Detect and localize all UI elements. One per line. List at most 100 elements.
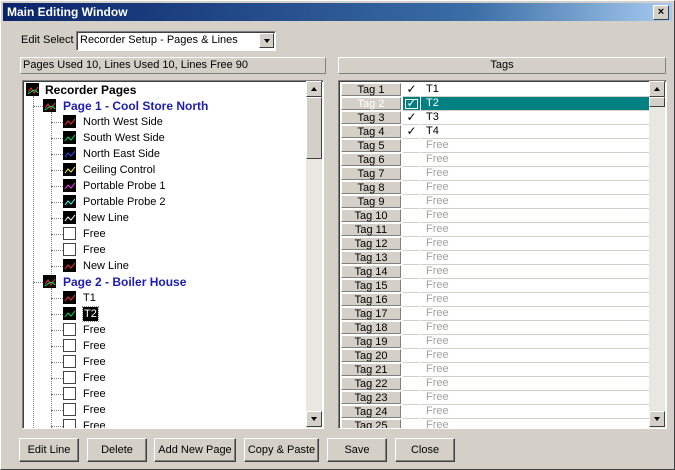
tag-checkbox[interactable] — [403, 265, 420, 279]
tag-value[interactable]: Free — [421, 363, 651, 377]
tree-scrollbar[interactable] — [306, 81, 322, 428]
tag-checkbox[interactable] — [403, 363, 420, 377]
tag-row[interactable]: Tag 23 Free — [341, 391, 651, 405]
tag-row[interactable]: Tag 2 ✓ T2 — [341, 97, 651, 111]
title-bar[interactable]: Main Editing Window × — [3, 3, 672, 21]
tag-row[interactable]: Tag 19 Free — [341, 335, 651, 349]
tree-line-item[interactable]: Free — [83, 354, 106, 370]
close-window-button[interactable]: × — [653, 5, 669, 20]
save-button[interactable]: Save — [327, 438, 387, 462]
tag-checkbox[interactable] — [403, 377, 420, 391]
tag-checkbox[interactable] — [403, 153, 420, 167]
tag-value[interactable]: Free — [421, 349, 651, 363]
tag-row[interactable]: Tag 9 Free — [341, 195, 651, 209]
tag-checkbox[interactable] — [403, 335, 420, 349]
tag-checkbox[interactable]: ✓ — [403, 83, 420, 97]
tag-value[interactable]: Free — [421, 195, 651, 209]
tags-scroll-thumb[interactable] — [649, 97, 665, 107]
tag-checkbox[interactable] — [403, 405, 420, 419]
tree-line-item[interactable]: Portable Probe 1 — [83, 178, 166, 194]
tag-row[interactable]: Tag 10 Free — [341, 209, 651, 223]
copy-paste-button[interactable]: Copy & Paste — [244, 438, 319, 462]
tree-scroll-up-button[interactable] — [306, 81, 322, 97]
tag-checkbox[interactable] — [403, 251, 420, 265]
tags-scroll-down-button[interactable] — [649, 411, 665, 427]
edit-line-button[interactable]: Edit Line — [19, 438, 79, 462]
tag-checkbox[interactable] — [403, 139, 420, 153]
tree-page-title[interactable]: Page 1 - Cool Store North — [63, 98, 208, 114]
tag-checkbox[interactable]: ✓ — [403, 97, 420, 111]
tag-row[interactable]: Tag 12 Free — [341, 237, 651, 251]
tag-value[interactable]: Free — [421, 377, 651, 391]
tag-checkbox[interactable] — [403, 321, 420, 335]
tag-value[interactable]: Free — [421, 321, 651, 335]
tag-value[interactable]: Free — [421, 209, 651, 223]
tree-line-item[interactable]: New Line — [83, 258, 129, 274]
tag-checkbox[interactable] — [403, 279, 420, 293]
tag-value[interactable]: T3 — [421, 111, 651, 125]
edit-select-dropdown[interactable]: Recorder Setup - Pages & Lines — [76, 31, 276, 51]
tag-value[interactable]: Free — [421, 181, 651, 195]
tree-line-item[interactable]: Free — [83, 322, 106, 338]
tag-row[interactable]: Tag 14 Free — [341, 265, 651, 279]
tag-row[interactable]: Tag 1 ✓ T1 — [341, 83, 651, 97]
tags-scrollbar[interactable] — [649, 81, 665, 428]
tree-line-item[interactable]: Free — [83, 386, 106, 402]
tree-line-item[interactable]: South West Side — [83, 130, 165, 146]
tag-row[interactable]: Tag 21 Free — [341, 363, 651, 377]
tag-value[interactable]: Free — [421, 391, 651, 405]
tag-checkbox[interactable] — [403, 209, 420, 223]
tag-row[interactable]: Tag 24 Free — [341, 405, 651, 419]
tag-value[interactable]: Free — [421, 293, 651, 307]
tag-value[interactable]: Free — [421, 405, 651, 419]
tree-scroll-down-button[interactable] — [306, 411, 322, 427]
tag-row[interactable]: Tag 7 Free — [341, 167, 651, 181]
tree-line-item[interactable]: North West Side — [83, 114, 163, 130]
tag-value[interactable]: Free — [421, 139, 651, 153]
tree-page-title[interactable]: Page 2 - Boiler House — [63, 274, 186, 290]
tag-row[interactable]: Tag 20 Free — [341, 349, 651, 363]
tag-row[interactable]: Tag 3 ✓ T3 — [341, 111, 651, 125]
tag-checkbox[interactable] — [403, 293, 420, 307]
tag-row[interactable]: Tag 15 Free — [341, 279, 651, 293]
tree-scroll-thumb[interactable] — [306, 97, 322, 159]
tree-line-item[interactable]: Free — [83, 338, 106, 354]
tree-line-item[interactable]: Free — [83, 402, 106, 418]
tag-checkbox[interactable] — [403, 167, 420, 181]
tree-line-item[interactable]: Portable Probe 2 — [83, 194, 166, 210]
tag-value[interactable]: Free — [421, 237, 651, 251]
tree-line-item[interactable]: North East Side — [83, 146, 160, 162]
tag-value[interactable]: Free — [421, 153, 651, 167]
tags-scroll-up-button[interactable] — [649, 81, 665, 97]
tree-line-item[interactable]: Free — [83, 242, 106, 258]
tag-row[interactable]: Tag 16 Free — [341, 293, 651, 307]
tags-grid[interactable]: Tag 1 ✓ T1 Tag 2 ✓ T2 Tag 3 ✓ T3 Tag 4 ✓ T4 Tag 5 Fre… — [338, 80, 667, 429]
tree-line-item[interactable]: Ceiling Control — [83, 162, 155, 178]
tag-value[interactable]: Free — [421, 251, 651, 265]
tree-line-item[interactable]: New Line — [83, 210, 129, 226]
tag-value[interactable]: Free — [421, 167, 651, 181]
add-new-page-button[interactable]: Add New Page — [154, 438, 236, 462]
tree-line-item[interactable]: Free — [83, 370, 106, 386]
tag-row[interactable]: Tag 17 Free — [341, 307, 651, 321]
tag-value[interactable]: T1 — [421, 83, 651, 97]
tag-value[interactable]: Free — [421, 223, 651, 237]
tag-checkbox[interactable]: ✓ — [403, 111, 420, 125]
tag-checkbox[interactable] — [403, 419, 420, 428]
tag-row[interactable]: Tag 4 ✓ T4 — [341, 125, 651, 139]
tag-row[interactable]: Tag 8 Free — [341, 181, 651, 195]
tag-value[interactable]: T4 — [421, 125, 651, 139]
tag-row[interactable]: Tag 25 Free — [341, 419, 651, 428]
tag-row[interactable]: Tag 13 Free — [341, 251, 651, 265]
tag-checkbox[interactable] — [403, 181, 420, 195]
tag-value[interactable]: Free — [421, 279, 651, 293]
tag-checkbox[interactable] — [403, 195, 420, 209]
close-button[interactable]: Close — [395, 438, 455, 462]
tag-checkbox[interactable] — [403, 391, 420, 405]
tag-value[interactable]: Free — [421, 335, 651, 349]
tag-row[interactable]: Tag 6 Free — [341, 153, 651, 167]
tree-line-item[interactable]: Free — [83, 226, 106, 242]
tag-row[interactable]: Tag 18 Free — [341, 321, 651, 335]
tag-checkbox[interactable] — [403, 307, 420, 321]
tag-checkbox[interactable] — [403, 237, 420, 251]
